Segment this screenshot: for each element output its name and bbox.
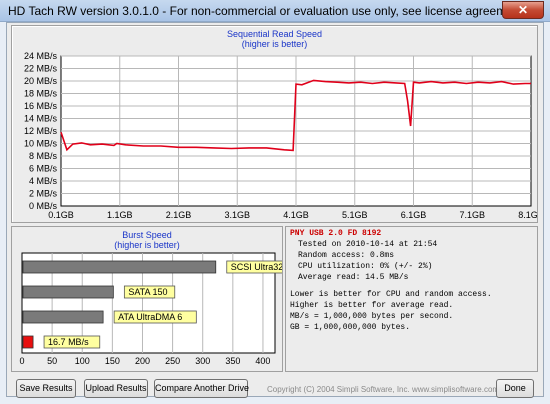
burst-bar-label: ATA UltraDMA 6 (118, 312, 182, 322)
read-y-tick-label: 14 MB/s (24, 114, 58, 124)
drive-name: PNY USB 2.0 FD 8192 (290, 229, 382, 238)
copyright-text: Copyright (C) 2004 Simpli Software, Inc.… (267, 385, 500, 394)
done-button[interactable]: Done (496, 379, 534, 398)
close-icon: ✕ (517, 3, 529, 17)
burst-x-tick-label: 300 (195, 356, 210, 366)
read-y-tick-label: 4 MB/s (29, 176, 58, 186)
read-y-tick-label: 12 MB/s (24, 126, 58, 136)
read-y-tick-label: 10 MB/s (24, 139, 58, 149)
read-y-tick-label: 16 MB/s (24, 101, 58, 111)
detail-average-read: Average read: 14.5 MB/s (298, 273, 409, 282)
note-mbs-definition: MB/s = 1,000,000 bytes per second. (290, 312, 454, 321)
detail-random-access: Random access: 0.8ms (298, 251, 395, 260)
read-y-tick-label: 8 MB/s (29, 151, 58, 161)
read-x-tick-label: 5.1GB (342, 210, 368, 220)
burst-x-tick-label: 0 (19, 356, 24, 366)
burst-bar-label: SCSI Ultra320 (231, 262, 282, 272)
read-y-tick-label: 6 MB/s (29, 164, 58, 174)
burst-x-tick-label: 150 (105, 356, 120, 366)
title-bar: HD Tach RW version 3.0.1.0 - For non-com… (0, 0, 550, 22)
read-x-tick-label: 6.1GB (401, 210, 427, 220)
read-y-tick-label: 18 MB/s (24, 89, 58, 99)
read-x-tick-label: 7.1GB (459, 210, 485, 220)
burst-speed-panel: Burst Speed (higher is better) 0 50 100 150… (11, 226, 283, 372)
detail-tested-on: Tested on 2010-10-14 at 21:54 (298, 240, 438, 249)
read-y-tick-label: 2 MB/s (29, 189, 58, 199)
save-results-button[interactable]: Save Results (16, 379, 76, 398)
sequential-read-panel: Sequential Read Speed (higher is better)… (11, 25, 538, 223)
burst-bar (22, 260, 217, 274)
burst-chart: 0 50 100 150 200 250 300 350 400 SCSI Ultra320 SAT… (19, 252, 282, 366)
burst-bar-label: 16.7 MB/s (48, 337, 89, 347)
burst-bar (22, 335, 34, 349)
burst-x-tick-label: 400 (255, 356, 270, 366)
burst-bar (22, 285, 114, 299)
compare-another-drive-button[interactable]: Compare Another Drive (154, 379, 249, 398)
read-y-tick-label: 20 MB/s (24, 76, 58, 86)
burst-x-tick-label: 250 (165, 356, 180, 366)
read-x-tick-label: 0.1GB (48, 210, 74, 220)
read-x-tick-label: 1.1GB (107, 210, 133, 220)
detail-cpu-utilization: CPU utilization: 0% (+/- 2%) (298, 262, 433, 271)
read-x-tick-label: 3.1GB (224, 210, 250, 220)
read-y-tick-label: 22 MB/s (24, 64, 58, 74)
note-lower-better: Lower is better for CPU and random acces… (290, 290, 492, 299)
burst-bar-label: SATA 150 (128, 287, 167, 297)
close-button[interactable]: ✕ (502, 1, 544, 19)
note-higher-better: Higher is better for average read. (290, 301, 454, 310)
window-title: HD Tach RW version 3.0.1.0 - For non-com… (8, 4, 527, 18)
burst-x-tick-label: 100 (75, 356, 90, 366)
drive-info-panel: PNY USB 2.0 FD 8192 Tested on 2010-10-14… (285, 226, 538, 372)
read-y-tick-label: 24 MB/s (24, 51, 58, 61)
read-chart: 0 MB/s2 MB/s4 MB/s6 MB/s8 MB/s10 MB/s12 … (24, 51, 537, 220)
read-x-tick-label: 4.1GB (283, 210, 309, 220)
upload-results-button[interactable]: Upload Results (84, 379, 148, 398)
burst-x-tick-label: 50 (47, 356, 57, 366)
read-x-tick-label: 8.1GB (518, 210, 537, 220)
burst-x-tick-label: 350 (225, 356, 240, 366)
burst-bar (22, 310, 104, 324)
read-x-tick-label: 2.1GB (166, 210, 192, 220)
note-gb-definition: GB = 1,000,000,000 bytes. (290, 323, 411, 332)
burst-x-tick-label: 200 (135, 356, 150, 366)
